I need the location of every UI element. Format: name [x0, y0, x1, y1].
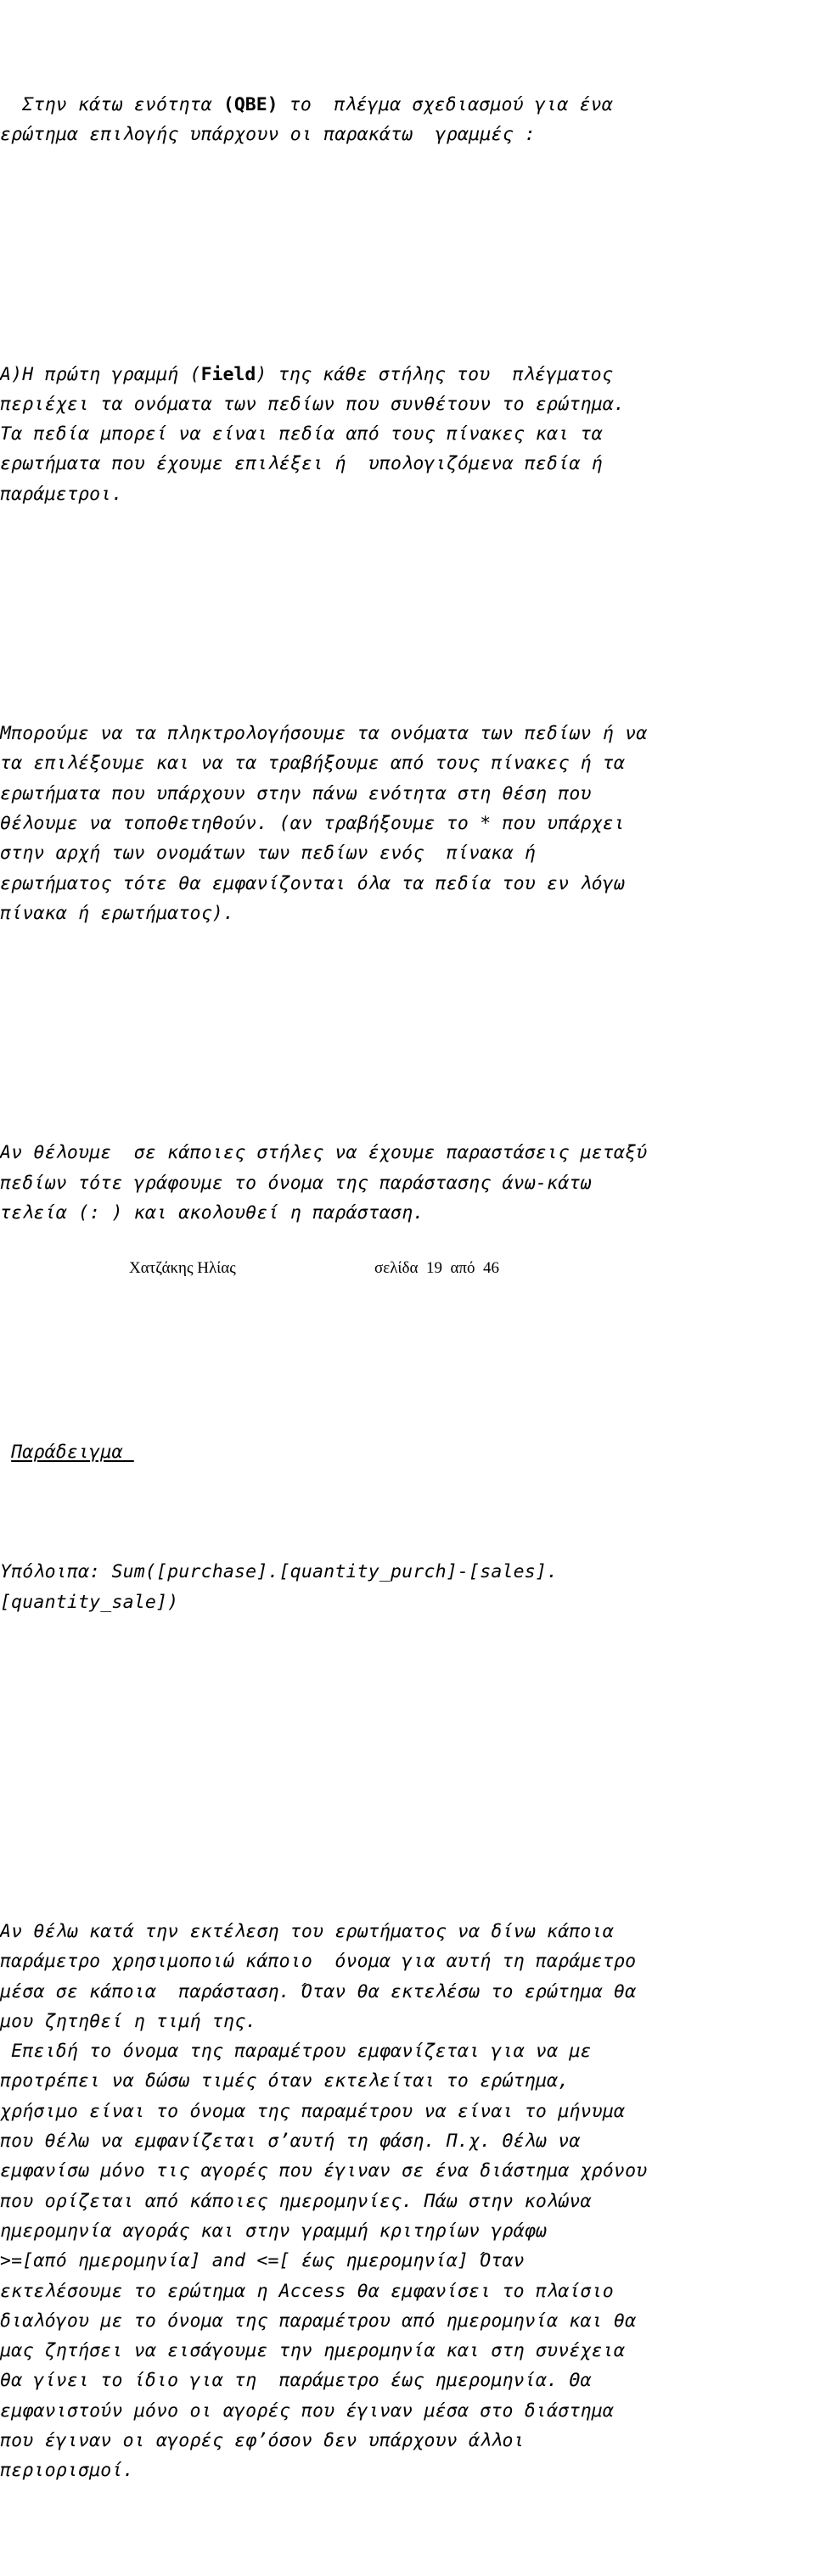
- paragraph-expressions: Αν θέλουμε σε κάποιες στήλες να έχουμε π…: [0, 1142, 648, 1224]
- document-page: Στην κάτω ενότητα (QBE) το πλέγμα σχεδια…: [0, 0, 815, 2481]
- example-heading-indent: [0, 1442, 11, 1463]
- paragraph-qbe-intro: Στην κάτω ενότητα (QBE) το πλέγμα σχεδια…: [0, 90, 815, 150]
- footer-page-info: σελίδα 19 από 46: [374, 1259, 499, 1277]
- example-heading: Παράδειγμα: [0, 1437, 815, 1467]
- paragraph-parameters: Αν θέλω κατά την εκτέλεση του ερωτήματος…: [0, 1921, 648, 2482]
- page-footer: Χατζάκης Ηλίας σελίδα 19 από 46: [0, 1257, 815, 1291]
- bold-run-field: Field: [200, 363, 256, 385]
- footer-inner: Χατζάκης Ηλίας σελίδα 19 από 46: [0, 1257, 815, 1280]
- example-heading-label: Παράδειγμα: [11, 1442, 134, 1464]
- paragraph-qbe-intro-part1: Στην κάτω ενότητα: [0, 93, 223, 115]
- bold-run-qbe: (QBE): [222, 93, 278, 115]
- footer-author: Χατζάκης Ηλίας: [129, 1259, 236, 1277]
- paragraph-drag-fields: Μπορούμε να τα πληκτρολογήσουμε τα ονόμα…: [0, 723, 648, 924]
- example-expression: Υπόλοιπα: Sum([purchase].[quantity_purch…: [0, 1561, 559, 1613]
- paragraph-field-row-part1: Α)Η πρώτη γραμμή (: [0, 363, 201, 385]
- paragraph-field-row: Α)Η πρώτη γραμμή (Field) της κάθε στήλης…: [0, 360, 815, 509]
